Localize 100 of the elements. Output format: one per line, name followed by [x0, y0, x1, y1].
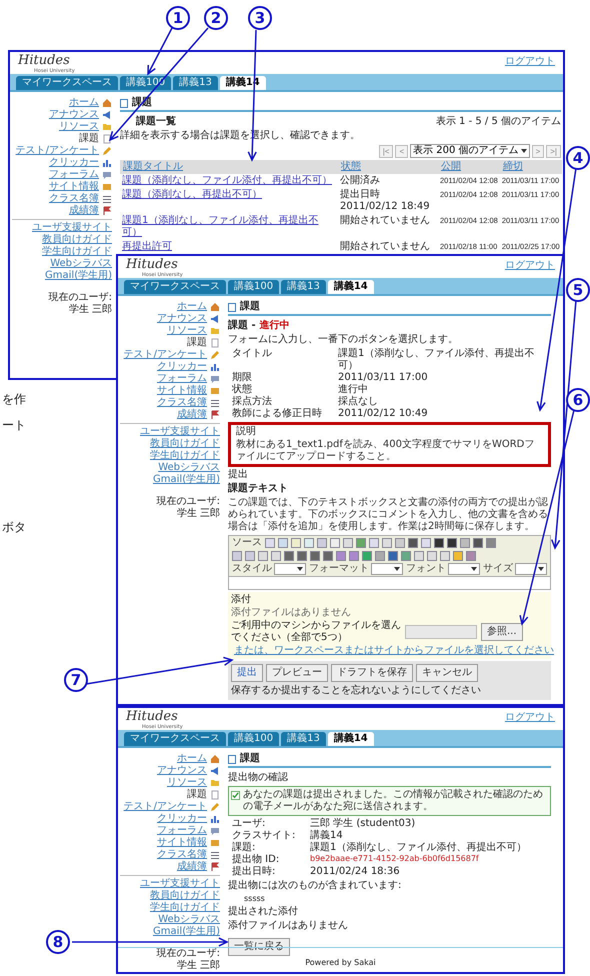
sidebar-link[interactable]: ユーザ支援サイト: [140, 878, 220, 890]
current-user-label: 現在のユーザ:: [156, 496, 220, 508]
sidebar-item[interactable]: 成績簿: [177, 409, 207, 421]
first-page-button[interactable]: |<: [378, 144, 394, 158]
sidebar-item[interactable]: クラス名簿: [157, 849, 207, 861]
sidebar-item[interactable]: リソース: [167, 777, 207, 789]
confirm-title: 提出物の確認: [228, 772, 289, 784]
empty-message: 添付ファイルはありません: [228, 920, 349, 932]
sidebar-link[interactable]: 学生向けガイド: [150, 902, 220, 914]
sidebar-link[interactable]: ユーザ支援サイト: [140, 426, 220, 438]
logout-link[interactable]: ログアウト: [505, 54, 555, 68]
sidebar-item[interactable]: ホーム: [177, 753, 207, 765]
site-tab[interactable]: 講義14: [328, 280, 374, 294]
sidebar-link[interactable]: 教員向けガイド: [42, 234, 112, 246]
sidebar-link[interactable]: ユーザ支援サイト: [32, 222, 112, 234]
sidebar-item[interactable]: 課題: [187, 337, 207, 349]
site-tab[interactable]: 講義13: [281, 280, 326, 294]
toolbar-label: フォーマット: [309, 563, 369, 575]
sidebar-item[interactable]: テスト/アンケート: [124, 801, 207, 813]
logout-link[interactable]: ログアウト: [505, 258, 555, 272]
next-page-button[interactable]: >: [532, 144, 544, 158]
sidebar-item[interactable]: 課題: [187, 789, 207, 801]
form-button[interactable]: プレビュー: [266, 664, 328, 682]
sidebar-item[interactable]: サイト情報: [49, 181, 99, 193]
logout-link[interactable]: ログアウト: [505, 710, 555, 724]
tool-title: 課題: [240, 753, 260, 765]
form-button[interactable]: キャンセル: [416, 664, 478, 682]
field-value: 課題1（添削なし、ファイル添付、再提出不可）: [310, 842, 528, 854]
sidebar-item[interactable]: フォーラム: [157, 373, 207, 385]
sidebar-item[interactable]: クリッカー: [157, 813, 207, 825]
sidebar-item[interactable]: テスト/アンケート: [16, 145, 99, 157]
site-tab[interactable]: 講義14: [328, 732, 374, 746]
site-tab[interactable]: 講義100: [228, 280, 280, 294]
sidebar-item[interactable]: サイト情報: [157, 837, 207, 849]
sidebar-link[interactable]: Gmail(学生用): [153, 474, 220, 486]
sidebar-item[interactable]: クラス名簿: [157, 397, 207, 409]
sidebar-item[interactable]: ホーム: [177, 301, 207, 313]
form-button[interactable]: 提出: [231, 664, 263, 682]
attachments-label: 提出された添付: [228, 906, 299, 918]
sidebar-item[interactable]: 成績簿: [69, 205, 99, 217]
sidebar-item[interactable]: ホーム: [69, 97, 99, 109]
toolbar-select[interactable]: [371, 563, 403, 575]
sidebar-link[interactable]: Webシラバス: [158, 462, 220, 474]
browse-button[interactable]: 参照...: [481, 623, 523, 641]
caret-icon: [538, 567, 544, 571]
sidebar-item[interactable]: リソース: [59, 121, 99, 133]
sidebar-link[interactable]: 学生向けガイド: [42, 246, 112, 258]
cut-off-text: ート: [2, 418, 26, 432]
callout-number: 6: [566, 388, 590, 412]
column-header[interactable]: 締切: [500, 160, 562, 174]
field-value: 2011/03/11 17:00: [338, 372, 429, 384]
sidebar-item[interactable]: 成績簿: [177, 861, 207, 873]
sidebar-item[interactable]: テスト/アンケート: [124, 349, 207, 361]
site-tab[interactable]: マイワークスペース: [124, 280, 226, 294]
site-tab[interactable]: マイワークスペース: [124, 732, 226, 746]
sidebar-item[interactable]: フォーラム: [157, 825, 207, 837]
sidebar-link[interactable]: Gmail(学生用): [153, 926, 220, 938]
sidebar-item[interactable]: サイト情報: [157, 385, 207, 397]
site-tab[interactable]: 講義13: [281, 732, 326, 746]
sidebar-item[interactable]: リソース: [167, 325, 207, 337]
assignment-link[interactable]: 課題（添削なし、再提出不可）: [120, 188, 338, 214]
column-header[interactable]: 公開: [438, 160, 500, 174]
field-value: 進行中: [338, 384, 369, 396]
toolbar-select[interactable]: [274, 563, 306, 575]
assignment-link[interactable]: 再提出許可: [120, 240, 338, 254]
folder-icon: [210, 778, 220, 788]
sidebar-item[interactable]: フォーラム: [49, 169, 99, 181]
section-heading: 添付: [231, 594, 252, 606]
form-button[interactable]: ドラフトを保存: [331, 664, 413, 682]
sidebar-item[interactable]: クリッカー: [157, 361, 207, 373]
sidebar-item[interactable]: クラス名簿: [49, 193, 99, 205]
column-header[interactable]: 課題タイトル: [120, 160, 338, 174]
file-input[interactable]: [405, 625, 477, 639]
workspace-link[interactable]: または、ワークスペースまたはサイトからファイルを選択してください: [234, 645, 554, 657]
site-tab[interactable]: マイワークスペース: [16, 76, 118, 90]
sidebar-item[interactable]: クリッカー: [49, 157, 99, 169]
sidebar-link[interactable]: Webシラバス: [50, 258, 112, 270]
sidebar-item[interactable]: アナウンス: [157, 313, 207, 325]
sidebar-link[interactable]: Gmail(学生用): [45, 270, 112, 282]
page-size-select[interactable]: 表示 200 個のアイテム: [410, 144, 530, 158]
sidebar-link[interactable]: Webシラバス: [158, 914, 220, 926]
sidebar-link[interactable]: 教員向けガイド: [150, 438, 220, 450]
sidebar-link[interactable]: 教員向けガイド: [150, 890, 220, 902]
assignment-link[interactable]: 課題1（添削なし、ファイル添付、再提出不可）: [120, 214, 338, 240]
assignment-link[interactable]: 課題（添削なし、ファイル添付、再提出不可）: [120, 174, 338, 188]
previous-page-button[interactable]: <: [395, 144, 408, 158]
toolbar-select[interactable]: [515, 563, 547, 575]
rich-text-editor[interactable]: ソース スタイル フォーマット フォント サイズ: [228, 535, 551, 590]
sidebar-link[interactable]: 学生向けガイド: [150, 450, 220, 462]
sidebar-item[interactable]: アナウンス: [157, 765, 207, 777]
column-header[interactable]: 状態: [338, 160, 438, 174]
current-user-name: 学生 三郎: [176, 960, 220, 972]
source-button[interactable]: ソース: [232, 537, 262, 549]
toolbar-select[interactable]: [448, 563, 480, 575]
site-tab[interactable]: 講義100: [228, 732, 280, 746]
last-page-button[interactable]: >|: [546, 144, 561, 158]
site-tab[interactable]: 講義13: [173, 76, 218, 90]
toolbar-label: サイズ: [483, 563, 513, 575]
sidebar-item[interactable]: アナウンス: [49, 109, 99, 121]
sidebar-item[interactable]: 課題: [79, 133, 99, 145]
